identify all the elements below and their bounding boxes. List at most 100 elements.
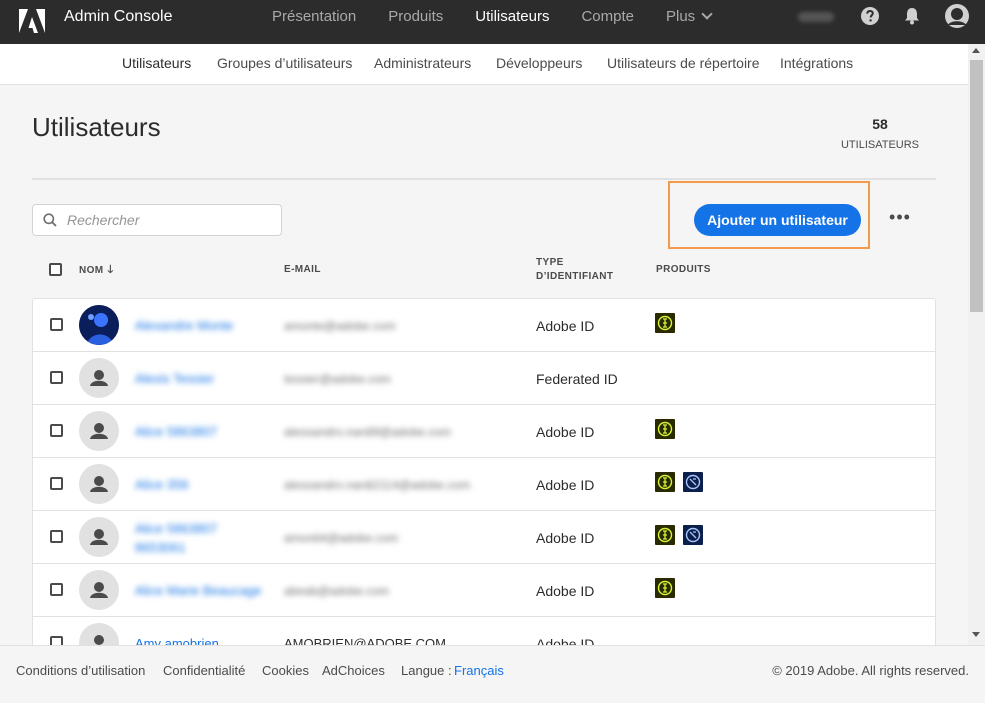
adobe-logo-icon[interactable] (16, 5, 48, 37)
table-row[interactable]: Amy amobrien AMOBRIEN@ADOBE.COM Adobe ID (33, 617, 935, 645)
user-email: abeab@adobe.com (284, 583, 389, 598)
subnav-utilisateurs[interactable]: Utilisateurs (122, 44, 191, 84)
table-row[interactable]: Alice 5863807 alessandro.nardi9@adobe.com… (33, 405, 935, 458)
footer-adchoices-link[interactable]: AdChoices (322, 663, 385, 678)
user-products (655, 419, 675, 439)
user-name-link[interactable]: Alexandre Monte (135, 299, 265, 352)
user-name-link[interactable]: Alexis Tessier (135, 352, 265, 405)
main-content: Utilisateurs 58 UTILISATEURS Ajouter un … (0, 85, 968, 645)
user-name-link[interactable]: Alice 5863807 8653061 (135, 511, 265, 564)
row-checkbox[interactable] (50, 636, 63, 645)
help-icon[interactable] (860, 6, 880, 26)
user-products (655, 525, 703, 545)
top-nav-plus[interactable]: Plus (650, 0, 727, 34)
user-name-link[interactable]: Alice 356 (135, 458, 265, 511)
top-nav-utilisateurs[interactable]: Utilisateurs (459, 0, 565, 34)
row-checkbox[interactable] (50, 371, 63, 384)
user-id-type: Adobe ID (536, 529, 595, 546)
creative-cloud-product-icon (655, 419, 675, 439)
column-header-id-type-line2: D’IDENTIFIANT (536, 271, 614, 282)
footer-cookies-link[interactable]: Cookies (262, 663, 309, 678)
table-row[interactable]: Alice 5863807 8653061 amonti4@adobe.com Ad… (33, 511, 935, 564)
table-row[interactable]: Alice Marie Beaucage abeab@adobe.com Adobe… (33, 564, 935, 617)
top-nav: Présentation Produits Utilisateurs Compt… (256, 0, 727, 34)
user-id-type: Adobe ID (536, 476, 595, 493)
user-products (655, 313, 675, 333)
scroll-down-arrow-icon[interactable] (972, 632, 980, 637)
top-nav-produits[interactable]: Produits (372, 0, 459, 34)
sort-down-arrow-icon: 🡓 (107, 264, 114, 276)
add-user-button[interactable]: Ajouter un utilisateur (694, 204, 861, 236)
table-row[interactable]: Alexandre Monte amonte@adobe.com Adobe ID (33, 299, 935, 352)
column-header-id-type-line1: TYPE (536, 257, 564, 268)
more-actions-icon[interactable]: ••• (886, 208, 914, 230)
subnav-utilisateurs-repertoire[interactable]: Utilisateurs de répertoire (607, 44, 760, 84)
avatar (79, 411, 119, 451)
search-icon (43, 213, 57, 227)
app-title[interactable]: Admin Console (64, 0, 173, 44)
row-checkbox[interactable] (50, 424, 63, 437)
divider (32, 178, 936, 180)
avatar (79, 623, 119, 645)
subnav-groupes[interactable]: Groupes d’utilisateurs (217, 44, 352, 84)
subnav-administrateurs[interactable]: Administrateurs (374, 44, 471, 84)
table-row[interactable]: Alice 356 alessandro.nardi2114@adobe.com A… (33, 458, 935, 511)
subnav-developpeurs[interactable]: Développeurs (496, 44, 582, 84)
user-name-link[interactable]: Alice Marie Beaucage (135, 564, 265, 617)
user-id-type: Adobe ID (536, 423, 595, 440)
chevron-down-icon (701, 8, 713, 20)
row-checkbox[interactable] (50, 583, 63, 596)
scroll-up-arrow-icon[interactable] (972, 48, 980, 53)
user-email: amonte@adobe.com (284, 318, 396, 333)
user-count: 58 (872, 116, 888, 132)
creative-cloud-product-icon (655, 525, 675, 545)
row-checkbox[interactable] (50, 318, 63, 331)
user-id-type: Adobe ID (536, 317, 595, 334)
column-header-name[interactable]: NOM 🡓 (79, 263, 114, 278)
footer-privacy-link[interactable]: Confidentialité (163, 663, 245, 678)
avatar (79, 305, 119, 345)
user-count-label: UTILISATEURS (840, 139, 920, 151)
row-checkbox[interactable] (50, 530, 63, 543)
row-checkbox[interactable] (50, 477, 63, 490)
user-email: tessier@adobe.com (284, 371, 391, 386)
user-products (655, 578, 675, 598)
top-nav-presentation[interactable]: Présentation (256, 0, 372, 34)
footer-terms-link[interactable]: Conditions d’utilisation (16, 663, 145, 678)
bell-icon[interactable] (902, 6, 922, 26)
user-photo-icon (79, 305, 119, 345)
select-all-checkbox[interactable] (49, 263, 62, 276)
column-header-name-label: NOM (79, 265, 104, 276)
footer-language-link[interactable]: Français (454, 663, 504, 678)
avatar (79, 464, 119, 504)
user-email: alessandro.nardi2114@adobe.com (284, 477, 471, 492)
search-box[interactable] (32, 204, 282, 236)
user-name-link[interactable]: Amy amobrien (135, 617, 265, 645)
user-placeholder-icon (90, 582, 108, 598)
avatar (79, 570, 119, 610)
users-table: Alexandre Monte amonte@adobe.com Adobe ID A… (32, 298, 936, 645)
user-email: amonti4@adobe.com (284, 530, 399, 545)
column-header-email: E-MAIL (284, 264, 321, 275)
document-cloud-product-icon (683, 472, 703, 492)
creative-cloud-product-icon (655, 313, 675, 333)
creative-cloud-product-icon (655, 578, 675, 598)
scrollbar-thumb[interactable] (970, 60, 983, 312)
user-id-type: Federated ID (536, 370, 618, 387)
org-switcher[interactable] (798, 12, 834, 22)
search-input[interactable] (67, 209, 267, 231)
table-row[interactable]: Alexis Tessier tessier@adobe.com Federated… (33, 352, 935, 405)
global-header: Admin Console Présentation Produits Util… (0, 0, 985, 44)
page-title: Utilisateurs (32, 112, 161, 142)
user-email: alessandro.nardi9@adobe.com (284, 424, 451, 439)
user-id-type: Adobe ID (536, 635, 595, 646)
user-profile-icon[interactable] (944, 3, 970, 29)
document-cloud-product-icon (683, 525, 703, 545)
column-header-products: PRODUITS (656, 264, 711, 275)
sub-nav: Utilisateurs Groupes d’utilisateurs Admi… (0, 44, 968, 85)
avatar (79, 358, 119, 398)
top-nav-compte[interactable]: Compte (565, 0, 650, 34)
user-id-type: Adobe ID (536, 582, 595, 599)
subnav-integrations[interactable]: Intégrations (780, 44, 853, 84)
user-name-link[interactable]: Alice 5863807 (135, 405, 265, 458)
